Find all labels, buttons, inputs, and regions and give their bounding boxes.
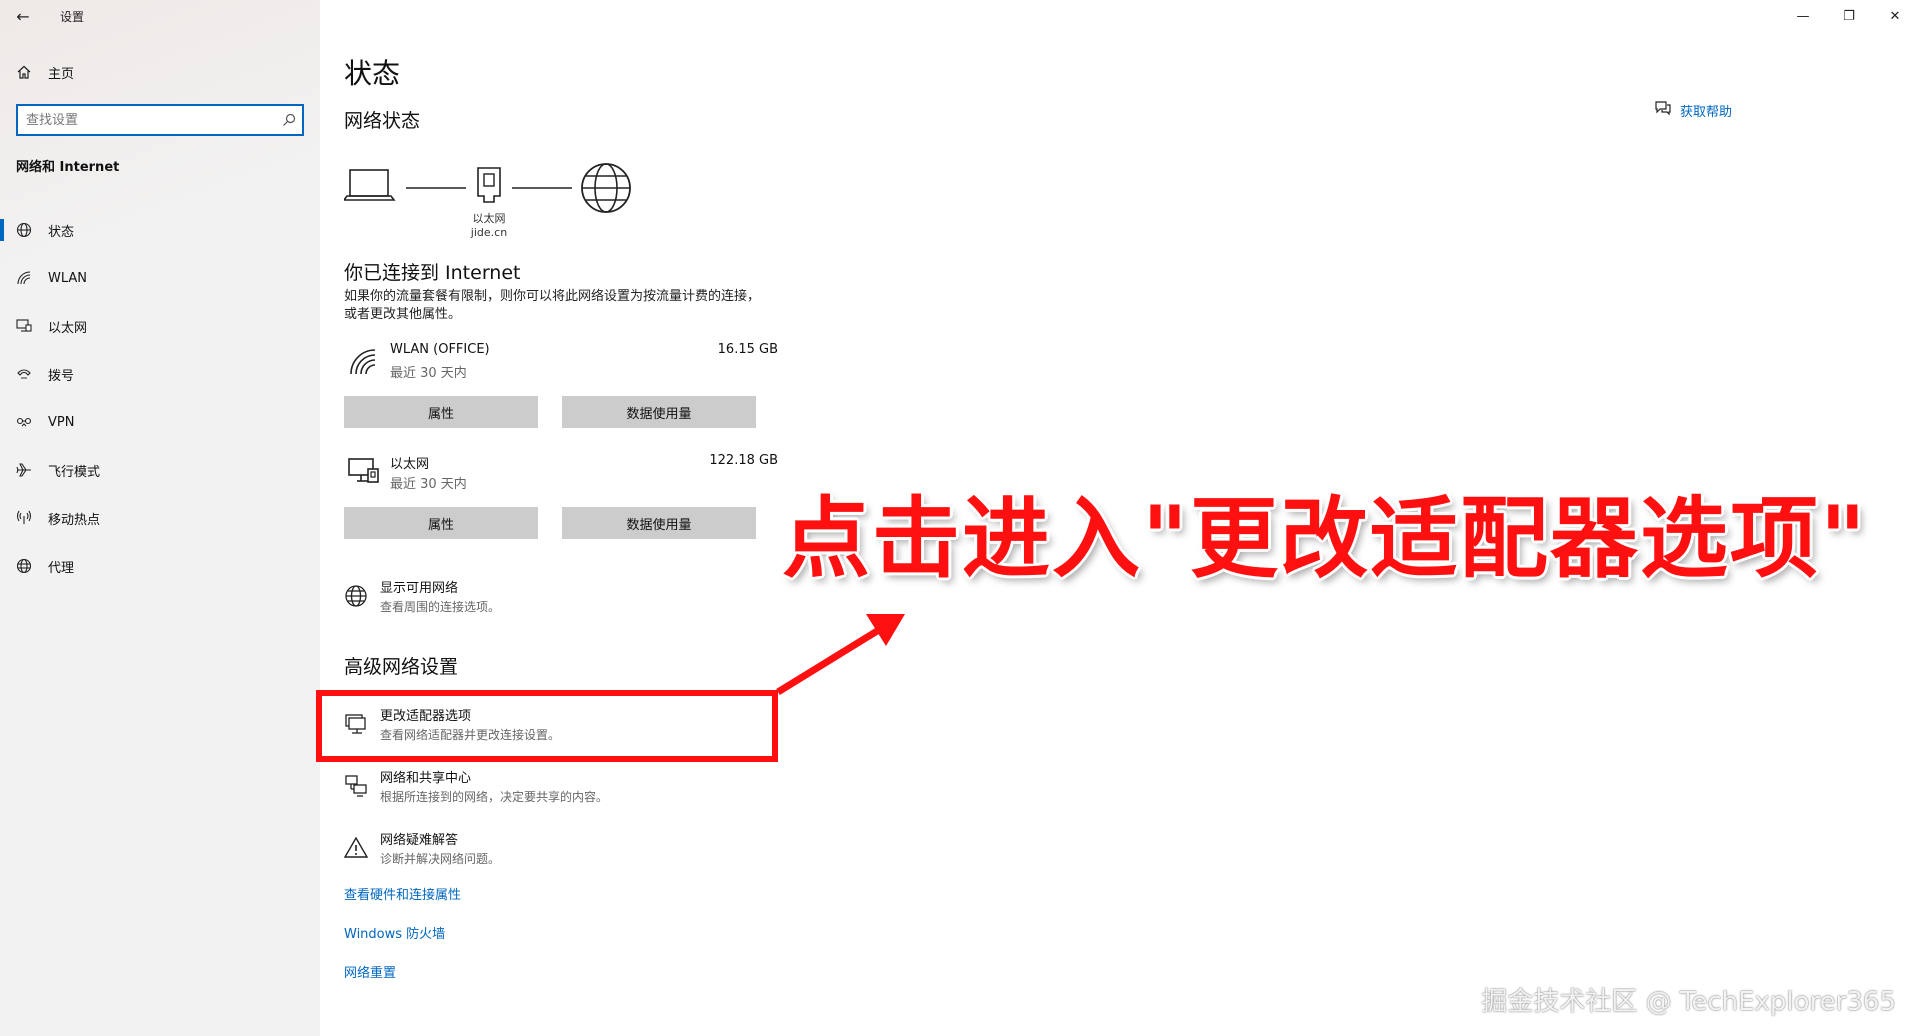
section-title: 网络和 Internet bbox=[16, 160, 120, 175]
search-input[interactable] bbox=[18, 107, 276, 133]
sidebar-item-home[interactable]: 主页 bbox=[0, 56, 320, 88]
hotspot-icon bbox=[0, 510, 48, 526]
network-status-title: 网络状态 bbox=[344, 110, 421, 132]
search-box[interactable] bbox=[16, 104, 304, 136]
show-networks-title: 显示可用网络 bbox=[380, 581, 459, 596]
wifi-icon bbox=[0, 270, 48, 286]
sidebar-item-label: VPN bbox=[48, 414, 75, 430]
data-usage-button[interactable]: 数据使用量 bbox=[562, 396, 756, 428]
laptop-icon bbox=[342, 169, 396, 201]
sidebar-item-dialup[interactable]: 拨号 bbox=[0, 350, 320, 398]
sidebar-item-label: 以太网 bbox=[48, 320, 88, 336]
sidebar-item-vpn[interactable]: VPN bbox=[0, 398, 320, 446]
connection-wlan: WLAN (OFFICE) 最近 30 天内 16.15 GB 属性 数据使用量 bbox=[344, 340, 778, 428]
connection-data-size: 16.15 GB bbox=[717, 342, 778, 357]
vpn-icon bbox=[0, 414, 48, 430]
globe-icon bbox=[344, 580, 380, 616]
wifi-icon bbox=[348, 346, 378, 380]
network-name-label: jide.cn bbox=[470, 226, 508, 239]
get-help-link[interactable]: 获取帮助 bbox=[1680, 101, 1732, 120]
network-reset-link[interactable]: 网络重置 bbox=[344, 962, 396, 981]
sidebar: ← 设置 主页 网络和 Internet 状态 WLAN bbox=[0, 0, 320, 1036]
sidebar-item-label: 飞行模式 bbox=[48, 464, 101, 480]
sidebar-item-airplane-mode[interactable]: 飞行模式 bbox=[0, 446, 320, 494]
ethernet-port-icon bbox=[477, 167, 501, 203]
chat-help-icon bbox=[1654, 100, 1672, 120]
data-usage-button[interactable]: 数据使用量 bbox=[562, 507, 756, 539]
connection-data-size: 122.18 GB bbox=[709, 453, 778, 468]
sidebar-nav: 状态 WLAN 以太网 拨号 VPN 飞行模式 移动热点 代理 bbox=[0, 206, 320, 590]
proxy-globe-icon bbox=[0, 558, 48, 574]
dialup-icon bbox=[0, 366, 48, 382]
annotation-arrow bbox=[776, 614, 905, 695]
page-title: 状态 bbox=[344, 57, 401, 90]
globe-icon bbox=[0, 222, 48, 238]
show-available-networks[interactable]: 显示可用网络 查看周围的连接选项。 bbox=[344, 580, 500, 616]
sidebar-item-proxy[interactable]: 代理 bbox=[0, 542, 320, 590]
connection-name: WLAN (OFFICE) bbox=[390, 342, 490, 357]
hardware-connection-properties-link[interactable]: 查看硬件和连接属性 bbox=[344, 884, 461, 903]
sharing-center-icon bbox=[344, 770, 380, 806]
troubleshooter-title: 网络疑难解答 bbox=[380, 833, 459, 848]
title-bar: ← 设置 bbox=[0, 0, 320, 32]
connection-period: 最近 30 天内 bbox=[390, 477, 467, 492]
connected-title: 你已连接到 Internet bbox=[344, 262, 521, 284]
sidebar-item-status[interactable]: 状态 bbox=[0, 206, 320, 254]
get-help[interactable]: 获取帮助 bbox=[1654, 100, 1732, 120]
sidebar-item-wlan[interactable]: WLAN bbox=[0, 254, 320, 302]
sidebar-item-label: 拨号 bbox=[48, 368, 75, 384]
airplane-icon bbox=[0, 462, 48, 478]
sidebar-item-ethernet[interactable]: 以太网 bbox=[0, 302, 320, 350]
highlight-box bbox=[316, 690, 778, 762]
sidebar-item-hotspot[interactable]: 移动热点 bbox=[0, 494, 320, 542]
windows-firewall-link[interactable]: Windows 防火墙 bbox=[344, 923, 445, 942]
warning-icon bbox=[343, 832, 380, 868]
sidebar-item-label: 状态 bbox=[48, 224, 75, 240]
sharing-center-title: 网络和共享中心 bbox=[380, 771, 472, 786]
sidebar-item-label: 移动热点 bbox=[48, 512, 101, 528]
ethernet-icon bbox=[0, 318, 48, 334]
home-icon bbox=[0, 64, 48, 80]
network-sharing-center[interactable]: 网络和共享中心 根据所连接到的网络，决定要共享的内容。 bbox=[344, 770, 608, 806]
internet-globe-icon bbox=[581, 163, 631, 213]
adapter-label: 以太网 bbox=[472, 212, 506, 225]
ethernet-icon bbox=[348, 457, 380, 491]
annotation-text: 点击进入"更改适配器选项" bbox=[782, 487, 1868, 590]
advanced-settings-title: 高级网络设置 bbox=[344, 656, 459, 678]
watermark: 掘金技术社区 @ TechExplorer365 bbox=[1481, 987, 1896, 1017]
connected-desc: 如果你的流量套餐有限制，则你可以将此网络设置为按流量计费的连接，或者更改其他属性… bbox=[344, 289, 761, 322]
properties-button[interactable]: 属性 bbox=[344, 396, 538, 428]
connection-name: 以太网 bbox=[390, 457, 430, 472]
sidebar-item-label: WLAN bbox=[48, 270, 88, 286]
sharing-center-desc: 根据所连接到的网络，决定要共享的内容。 bbox=[380, 790, 609, 804]
connection-period: 最近 30 天内 bbox=[390, 366, 467, 381]
properties-button[interactable]: 属性 bbox=[344, 507, 538, 539]
troubleshooter-desc: 诊断并解决网络问题。 bbox=[380, 852, 501, 866]
connection-ethernet: 以太网 最近 30 天内 122.18 GB 属性 数据使用量 bbox=[344, 451, 778, 539]
network-troubleshooter[interactable]: 网络疑难解答 诊断并解决网络问题。 bbox=[343, 832, 501, 868]
sidebar-item-label: 代理 bbox=[48, 560, 75, 576]
back-button[interactable]: ← bbox=[0, 0, 46, 32]
app-title: 设置 bbox=[60, 9, 85, 24]
network-diagram: 以太网 jide.cn bbox=[342, 160, 664, 250]
home-label: 主页 bbox=[48, 66, 75, 82]
show-networks-desc: 查看周围的连接选项。 bbox=[380, 600, 501, 614]
search-icon[interactable] bbox=[276, 113, 302, 127]
